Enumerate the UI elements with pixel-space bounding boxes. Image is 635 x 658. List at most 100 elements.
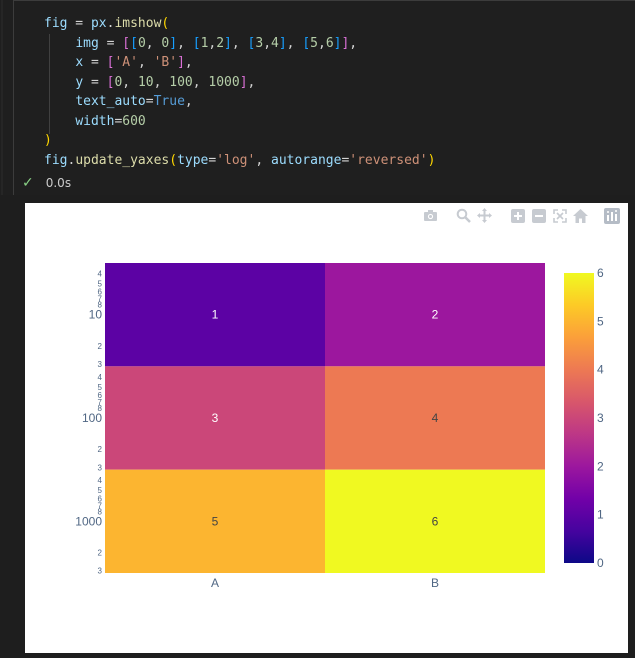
colorbar-tick-label: 1 <box>597 508 604 522</box>
colorbar-tick-label: 6 <box>597 266 604 280</box>
cell-label: 6 <box>432 514 439 528</box>
x-tick-label: B <box>431 576 439 590</box>
y-tick-label: 10 <box>89 308 103 322</box>
y-minor-tick-label: 2 <box>98 445 103 454</box>
execution-time: 0.0s <box>45 176 72 190</box>
cell-label: 2 <box>432 308 439 322</box>
execution-status: ✓ 0.0s <box>22 174 71 192</box>
code-token: update_yaxes <box>75 152 170 168</box>
code-token: = <box>83 74 107 90</box>
code-token: 4 <box>271 35 279 51</box>
code-token: = <box>83 55 107 70</box>
code-cell[interactable]: fig = px.imshow( img = [[0, 0], [1,2], [… <box>0 0 635 195</box>
y-minor-tick-label: 3 <box>98 567 103 576</box>
code-token: ( <box>161 16 170 31</box>
code-token: , <box>137 55 154 70</box>
y-minor-tick-label: 3 <box>98 463 103 472</box>
colorbar-tick-label: 5 <box>597 314 604 328</box>
code-token: ] <box>239 74 248 90</box>
code-token: 0 <box>137 35 146 51</box>
code-token: 'A' <box>114 55 138 70</box>
code-token: , <box>184 94 193 109</box>
code-token: ] <box>177 55 185 70</box>
code-token: , <box>231 35 248 51</box>
check-icon: ✓ <box>22 175 34 191</box>
code-token: imshow <box>114 16 162 31</box>
code-token: x <box>75 55 84 70</box>
code-editor[interactable]: fig = px.imshow( img = [[0, 0], [1,2], [… <box>44 14 435 170</box>
code-token: , <box>153 74 170 90</box>
y-tick-label: 1000 <box>75 514 102 528</box>
code-token: px <box>90 16 107 31</box>
colorbar <box>564 273 594 563</box>
code-token: 3 <box>255 35 264 51</box>
cell-gutter <box>1 0 3 195</box>
cell-label: 1 <box>212 308 219 322</box>
code-token: , <box>255 152 271 168</box>
code-token: 600 <box>122 113 146 129</box>
code-token: , <box>192 74 209 90</box>
code-token: ] <box>278 35 287 51</box>
cell-label: 3 <box>212 411 219 425</box>
code-token: , <box>122 74 138 90</box>
code-token: 'log' <box>216 152 256 168</box>
code-token: , <box>177 35 193 51</box>
x-tick-label: A <box>211 576 219 590</box>
colorbar-tick-label: 0 <box>597 556 604 570</box>
code-token: width <box>75 113 115 129</box>
code-token: ) <box>44 133 52 148</box>
plot-output[interactable]: 123456 4 5 6 7 8 2 3 4 5 6 7 8 2 3 4 5 6 7 8 2 3 10 100 1000 AB… <box>25 203 628 653</box>
code-token: [ <box>122 35 131 51</box>
code-token: 6 <box>325 35 334 51</box>
y-minor-tick-label: 2 <box>98 342 103 351</box>
code-token: ( <box>169 152 178 168</box>
code-token: 10 <box>137 74 154 90</box>
y-minor-tick-label: 4 <box>98 476 103 485</box>
code-token: = <box>145 94 154 109</box>
y-minor-tick-label: 2 <box>98 548 103 557</box>
code-token: [ <box>302 35 311 51</box>
code-token: , <box>263 35 272 51</box>
cell-label: 4 <box>432 411 439 425</box>
code-token: = <box>67 16 91 31</box>
y-minor-tick-label: 4 <box>98 373 103 382</box>
y-minor-tick-label: 4 <box>98 270 103 279</box>
code-token: True <box>153 94 185 109</box>
y-tick-label: 100 <box>82 411 102 425</box>
code-token: , <box>247 74 256 90</box>
code-token: img <box>75 35 99 51</box>
code-token: ] <box>224 35 232 51</box>
code-token: ) <box>427 152 436 168</box>
code-token: 1000 <box>208 74 240 90</box>
code-token: = <box>98 35 123 51</box>
code-token: 2 <box>216 35 225 51</box>
code-token: fig <box>44 16 68 31</box>
code-token: text_auto <box>75 94 146 109</box>
code-token: ] <box>169 35 178 51</box>
code-token: type <box>177 152 209 168</box>
code-token: autorange <box>271 152 342 168</box>
cell-label: 5 <box>212 514 219 528</box>
heatmap-chart[interactable]: 1 23 45 6 456782345678234567823101001000 AB… <box>25 203 628 653</box>
code-token: 100 <box>169 74 193 90</box>
code-token: , <box>317 35 326 51</box>
colorbar-tick-label: 2 <box>597 459 604 473</box>
code-token: , <box>145 35 162 51</box>
code-token: 'reversed' <box>349 152 428 168</box>
y-minor-tick-label: 3 <box>98 360 103 369</box>
colorbar-tick-label: 4 <box>597 363 604 377</box>
code-token: , <box>184 55 193 70</box>
code-token: y <box>75 74 84 90</box>
code-token: 'B' <box>153 55 178 70</box>
code-token: [ <box>130 35 138 51</box>
code-token: [ <box>192 35 201 51</box>
code-token: , <box>349 35 358 51</box>
code-token: fig <box>44 152 68 168</box>
code-token: , <box>286 35 303 51</box>
colorbar-tick-label: 3 <box>597 411 604 425</box>
code-token: 5 <box>310 35 318 51</box>
